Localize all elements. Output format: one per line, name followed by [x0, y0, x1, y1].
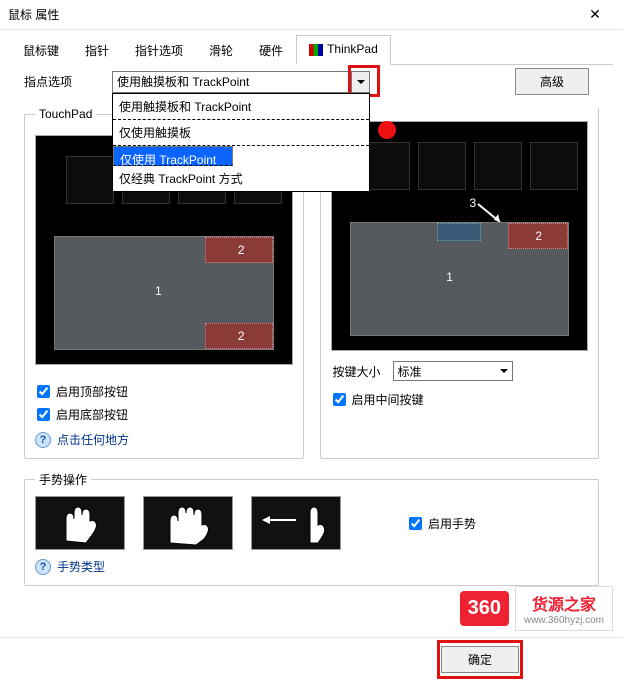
dialog-footer: 确定: [0, 637, 623, 681]
key-icon: [418, 142, 466, 190]
help-icon: ?: [35, 432, 51, 448]
enable-middle-button[interactable]: 启用中间按键: [333, 391, 587, 408]
pointing-combo-wrap: 使用触摸板和 TrackPoint 使用触摸板和 TrackPoint 仅使用触…: [112, 71, 370, 93]
touchpad-checks: 启用顶部按钮 启用底部按钮 ?点击任何地方: [35, 383, 293, 448]
checkbox[interactable]: [37, 385, 50, 398]
close-icon[interactable]: ✕: [575, 6, 615, 23]
pointing-dropdown: 使用触摸板和 TrackPoint 仅使用触摸板 仅使用 TrackPoint …: [112, 93, 370, 192]
gesture-group: 手势操作 启用手势 ?手势类型: [24, 471, 599, 586]
enable-top-buttons[interactable]: 启用顶部按钮: [37, 383, 291, 400]
checkbox[interactable]: [409, 517, 422, 530]
arrow-left-icon: [262, 515, 296, 525]
touchpad-legend: TouchPad: [35, 107, 96, 121]
size-label: 按键大小: [333, 363, 381, 380]
help-gesture-type[interactable]: ?手势类型: [35, 558, 588, 575]
checkbox[interactable]: [37, 408, 50, 421]
key-icon: [66, 156, 114, 204]
gesture-legend: 手势操作: [35, 471, 91, 488]
help-click-anywhere[interactable]: ?点击任何地方: [35, 431, 293, 448]
num-1: 1: [155, 284, 162, 298]
zone-middle: [437, 223, 481, 241]
gesture-row: 启用手势: [35, 496, 588, 550]
num-2: 2: [535, 229, 542, 243]
annotation-dot: [378, 121, 396, 139]
num-1: 1: [446, 270, 453, 284]
pointing-option-2[interactable]: 仅使用 TrackPoint: [113, 146, 233, 166]
touchpad-area: 2 1: [350, 222, 570, 336]
touchpad-area: 2 1 2: [54, 236, 274, 350]
pointing-row: 指点选项 使用触摸板和 TrackPoint 使用触摸板和 TrackPoint…: [10, 60, 613, 107]
pointing-combo-value: 使用触摸板和 TrackPoint: [117, 73, 249, 90]
pointing-option-1[interactable]: 仅使用触摸板: [113, 120, 369, 146]
chevron-down-icon[interactable]: [352, 71, 370, 93]
enable-gestures[interactable]: 启用手势: [409, 515, 476, 532]
size-select[interactable]: 标准: [393, 361, 513, 381]
brand-text: 货源之家 www.360hyzj.com: [515, 586, 613, 631]
advanced-button[interactable]: 高级: [515, 68, 589, 95]
tab-content: 指点选项 使用触摸板和 TrackPoint 使用触摸板和 TrackPoint…: [10, 60, 613, 637]
pointing-option-3[interactable]: 仅经典 TrackPoint 方式: [113, 166, 369, 191]
pointing-combo[interactable]: 使用触摸板和 TrackPoint: [112, 71, 352, 93]
truncated-button[interactable]: [529, 648, 609, 672]
key-icon: [474, 142, 522, 190]
enable-bottom-buttons[interactable]: 启用底部按钮: [37, 406, 291, 423]
titlebar: 鼠标 属性 ✕: [0, 0, 623, 30]
chevron-down-icon: [500, 369, 508, 377]
help-icon: ?: [35, 559, 51, 575]
button-size-row: 按键大小 标准: [333, 361, 587, 381]
num-2b: 2: [238, 329, 245, 343]
pointing-label: 指点选项: [24, 73, 72, 90]
thinkpad-icon: [309, 44, 323, 56]
pointing-option-0[interactable]: 使用触摸板和 TrackPoint: [113, 94, 369, 120]
checkbox[interactable]: [333, 393, 346, 406]
window-title: 鼠标 属性: [8, 6, 575, 23]
num-2a: 2: [238, 243, 245, 257]
ok-button[interactable]: 确定: [441, 646, 519, 673]
gesture-pinch-icon: [35, 496, 125, 550]
gesture-three-finger-icon: [143, 496, 233, 550]
brand-badge: 360: [460, 591, 509, 626]
key-icon: [530, 142, 578, 190]
watermark: 360 货源之家 www.360hyzj.com: [460, 586, 613, 631]
gesture-swipe-icon: [251, 496, 341, 550]
